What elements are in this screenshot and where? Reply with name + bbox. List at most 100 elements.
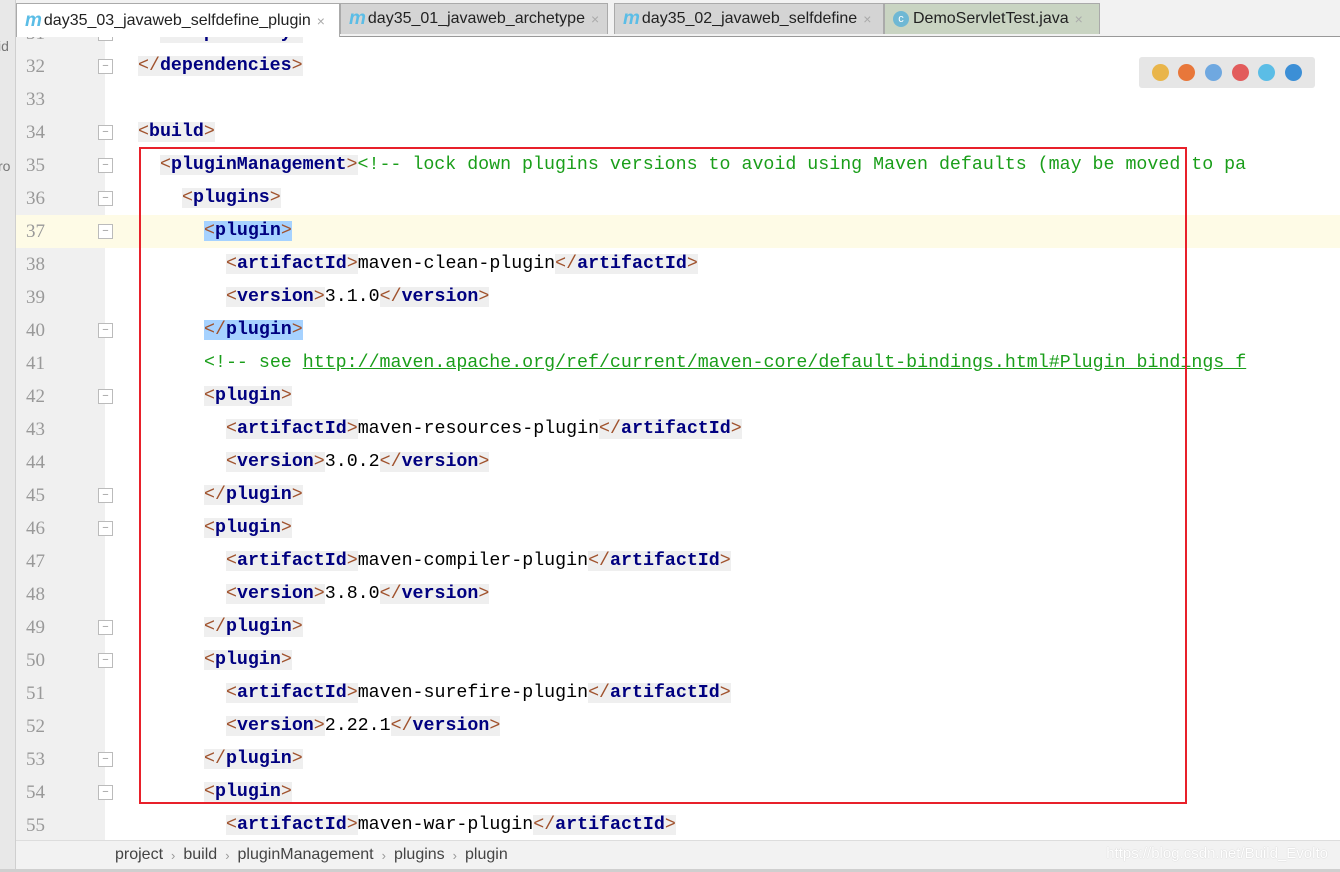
breadcrumb-item-plugin[interactable]: plugin [465, 846, 508, 864]
fold-marker-icon[interactable]: − [98, 37, 113, 41]
code-line[interactable]: 31 − </dependency> [16, 37, 1340, 50]
firefox-icon[interactable] [1178, 64, 1196, 81]
tab-0[interactable]: m day35_03_javaweb_selfdefine_plugin × [16, 3, 340, 37]
code-line[interactable]: 40 − </plugin> [16, 314, 1340, 347]
tab-1[interactable]: m day35_01_javaweb_archetype × [340, 3, 608, 34]
tag-name: plugin [214, 782, 281, 802]
code-line[interactable]: 35 − <pluginManagement><!-- lock down plug… [16, 149, 1340, 182]
line-number: 47 [26, 551, 45, 572]
safari-icon[interactable] [1205, 64, 1223, 81]
tag-value: 3.1.0 [324, 287, 380, 307]
tag-bracket: > [478, 287, 490, 307]
tag-name: artifactId [555, 815, 665, 835]
xml-tag: </dependency> [160, 37, 303, 43]
line-number: 51 [26, 683, 45, 704]
fold-marker-icon[interactable]: − [98, 323, 113, 338]
line-number: 41 [26, 353, 45, 374]
maven-icon: m [623, 8, 640, 29]
code-line[interactable]: 38 <artifactId>maven-clean-plugin</artifa… [16, 248, 1340, 281]
breadcrumb-separator: › [225, 847, 230, 863]
line-number: 40 [26, 320, 45, 341]
ie-icon[interactable] [1258, 64, 1276, 81]
tag-name: build [148, 122, 204, 142]
code-line[interactable]: 51 <artifactId>maven-surefire-plugin</art… [16, 677, 1340, 710]
comment-link[interactable]: http://maven.apache.org/ref/current/mave… [303, 353, 1246, 373]
fold-marker-icon[interactable]: − [98, 158, 113, 173]
code-line[interactable]: 53 − </plugin> [16, 743, 1340, 776]
fold-marker-icon[interactable]: − [98, 224, 113, 239]
tag-name: version [236, 452, 314, 472]
line-number: 38 [26, 254, 45, 275]
xml-tag: </version> [390, 716, 501, 736]
breadcrumb-item-pluginManagement[interactable]: pluginManagement [238, 846, 374, 864]
fold-marker-icon[interactable]: − [98, 191, 113, 206]
code-line[interactable]: 39 <version>3.1.0</version> [16, 281, 1340, 314]
code-line[interactable]: 54 − <plugin> [16, 776, 1340, 809]
tab-label: DemoServletTest.java [913, 10, 1069, 27]
code-text: <!-- see http://maven.apache.org/ref/cur… [204, 351, 1246, 376]
tab-2[interactable]: m day35_02_javaweb_selfdefine × [614, 3, 884, 34]
code-line[interactable]: 52 <version>2.22.1</version> [16, 710, 1340, 743]
tag-name: plugin [214, 650, 281, 670]
code-line[interactable]: 50 − <plugin> [16, 644, 1340, 677]
edge-icon[interactable] [1285, 64, 1303, 81]
close-icon[interactable]: × [317, 13, 325, 29]
code-line[interactable]: 45 − </plugin> [16, 479, 1340, 512]
code-line[interactable]: 55 <artifactId>maven-war-plugin</artifact… [16, 809, 1340, 840]
code-editor[interactable]: 31−</dependency>32−</dependencies>3334−<… [16, 37, 1340, 840]
opera-icon[interactable] [1231, 64, 1249, 81]
close-icon[interactable]: × [1075, 11, 1083, 27]
fold-marker-icon[interactable]: − [98, 653, 113, 668]
tag-bracket: < [226, 452, 237, 472]
strip-text: ro [0, 158, 11, 174]
fold-marker-icon[interactable]: − [98, 59, 113, 74]
tag-bracket: > [280, 782, 292, 802]
code-line[interactable]: 42 − <plugin> [16, 380, 1340, 413]
fold-marker-icon[interactable]: − [98, 620, 113, 635]
fold-marker-icon[interactable]: − [98, 785, 113, 800]
watermark: https://blog.csdn.net/Build_Evolto [1106, 845, 1328, 862]
xml-tag: <build> [138, 122, 215, 142]
code-text: <pluginManagement><!-- lock down plugins… [160, 153, 1246, 178]
line-number: 42 [26, 386, 45, 407]
code-line[interactable]: 41 <!-- see http://maven.apache.org/ref/c… [16, 347, 1340, 380]
tag-bracket: > [291, 56, 303, 76]
tag-bracket: < [226, 584, 237, 604]
breadcrumb-item-project[interactable]: project [115, 846, 163, 864]
strip-text: id [0, 38, 9, 54]
code-line[interactable]: 48 <version>3.8.0</version> [16, 578, 1340, 611]
breadcrumb-separator: › [381, 847, 386, 863]
breadcrumb-item-build[interactable]: build [183, 846, 217, 864]
fold-marker-icon[interactable]: − [98, 389, 113, 404]
tag-name: version [236, 287, 314, 307]
code-line[interactable]: 46 − <plugin> [16, 512, 1340, 545]
code-line[interactable]: 36 − <plugins> [16, 182, 1340, 215]
fold-marker-icon[interactable]: − [98, 752, 113, 767]
tag-name: artifactId [610, 551, 720, 571]
code-line[interactable]: 34 − <build> [16, 116, 1340, 149]
tab-3[interactable]: c DemoServletTest.java × [884, 3, 1100, 34]
breadcrumb-separator: › [171, 847, 176, 863]
code-line[interactable]: 37 − <plugin> [16, 215, 1340, 248]
tag-bracket: </ [379, 584, 402, 604]
tab-label: day35_02_javaweb_selfdefine [641, 10, 858, 27]
close-icon[interactable]: × [591, 11, 599, 27]
tag-name: artifactId [236, 815, 347, 835]
fold-marker-icon[interactable]: − [98, 488, 113, 503]
fold-marker-icon[interactable]: − [98, 521, 113, 536]
xml-tag: <artifactId> [226, 683, 358, 703]
code-line[interactable]: 47 <artifactId>maven-compiler-plugin</art… [16, 545, 1340, 578]
fold-marker-icon[interactable]: − [98, 125, 113, 140]
chrome-icon[interactable] [1151, 64, 1169, 81]
code-line[interactable]: 44 <version>3.0.2</version> [16, 446, 1340, 479]
breadcrumb-item-plugins[interactable]: plugins [394, 846, 445, 864]
tag-bracket: > [313, 716, 325, 736]
code-line[interactable]: 49 − </plugin> [16, 611, 1340, 644]
xml-tag: <plugin> [204, 221, 292, 241]
tag-bracket: > [346, 815, 358, 835]
project-panel-edge[interactable]: id ro [0, 0, 16, 872]
code-text: <artifactId>maven-surefire-plugin</artif… [226, 681, 731, 706]
close-icon[interactable]: × [863, 11, 871, 27]
tag-name: artifactId [236, 551, 347, 571]
code-line[interactable]: 43 <artifactId>maven-resources-plugin</ar… [16, 413, 1340, 446]
